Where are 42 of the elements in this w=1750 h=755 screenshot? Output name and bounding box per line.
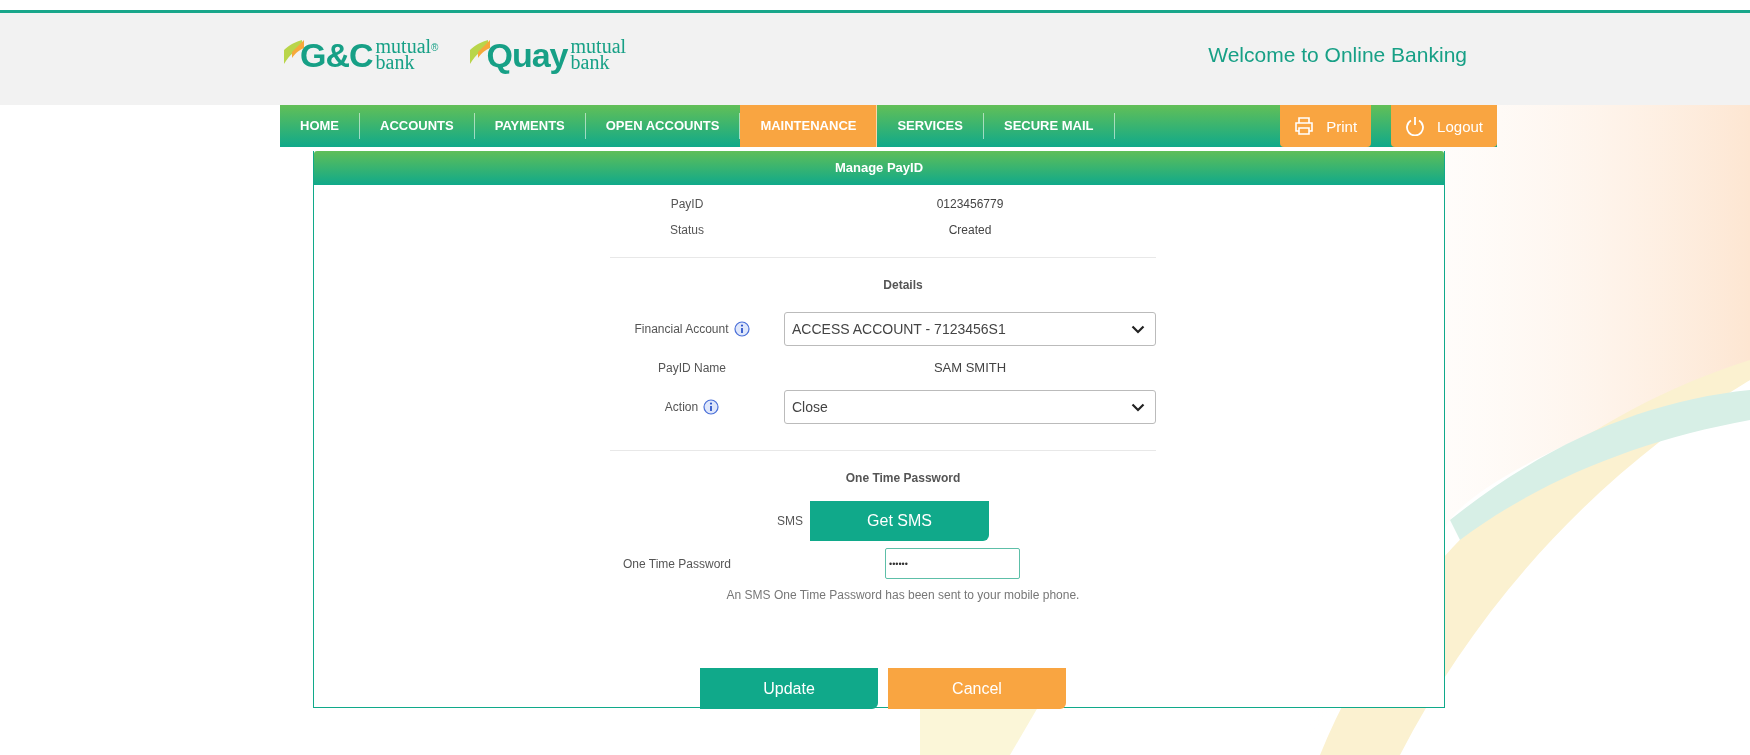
- logo-brand: G&C: [300, 38, 373, 72]
- logo-text: bank: [570, 54, 610, 70]
- registered-mark: ®: [431, 42, 439, 53]
- dropdown[interactable]: Close: [784, 390, 1156, 424]
- power-icon: [1405, 116, 1426, 136]
- dropdown[interactable]: ACCESS ACCOUNT - 7123456S1: [784, 312, 1156, 346]
- field-label: One Time Password: [622, 556, 733, 571]
- info-message: An SMS One Time Password has been sent to your mobile phone.: [725, 588, 1081, 602]
- field-label: Financial Account: [634, 322, 729, 336]
- chevron-down-icon: [1131, 324, 1145, 334]
- section-heading: Details: [882, 278, 924, 292]
- logo-text: bank: [375, 54, 415, 70]
- field-value: SAM SMITH: [932, 360, 1008, 376]
- nav-tab[interactable]: SECURE MAIL: [983, 113, 1115, 139]
- field-label: SMS: [777, 514, 803, 528]
- section-heading: One Time Password: [844, 471, 962, 485]
- print-button[interactable]: Print: [1280, 105, 1372, 147]
- field-value: 0123456779: [935, 197, 1005, 211]
- get-sms-button[interactable]: Get SMS: [810, 501, 989, 541]
- printer-icon: [1294, 116, 1315, 136]
- info-icon: [703, 399, 720, 415]
- welcome-text: Welcome to Online Banking: [1208, 43, 1467, 67]
- field-label: Status: [669, 223, 705, 237]
- logo-text: mutual: [570, 38, 627, 54]
- panel-header: Manage PayID: [314, 151, 1444, 185]
- nav-tab[interactable]: MAINTENANCE: [740, 105, 878, 147]
- nav-tab[interactable]: PAYMENTS: [474, 113, 586, 139]
- field-label: PayID Name: [658, 361, 726, 375]
- nav-tab[interactable]: HOME: [280, 113, 360, 139]
- info-icon: [733, 321, 750, 337]
- logo-brand: Quay: [486, 38, 568, 72]
- field-label: Action: [664, 400, 699, 414]
- field-label: PayID: [669, 197, 705, 211]
- update-button[interactable]: Update: [700, 668, 878, 709]
- cancel-button[interactable]: Cancel: [888, 668, 1066, 709]
- password-field[interactable]: ••••••: [885, 548, 1020, 579]
- chevron-down-icon: [1131, 402, 1145, 412]
- logo-text: mutual: [375, 38, 432, 54]
- logout-button[interactable]: Logout: [1391, 105, 1497, 147]
- nav-tab[interactable]: SERVICES: [877, 113, 984, 139]
- field-value: Created: [947, 223, 993, 237]
- nav-tab[interactable]: ACCOUNTS: [360, 113, 475, 139]
